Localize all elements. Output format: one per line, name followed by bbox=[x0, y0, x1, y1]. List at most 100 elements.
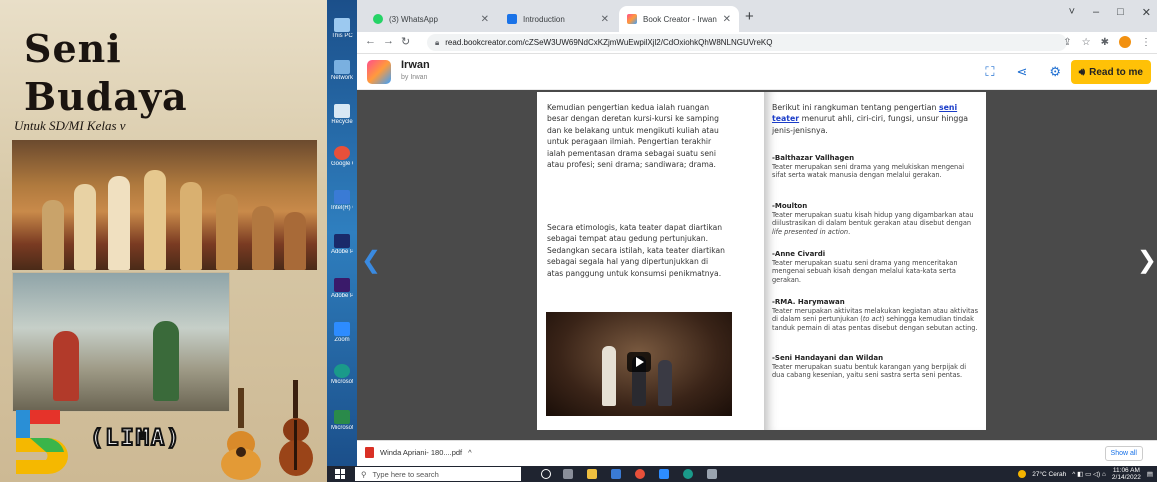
screen: Seni Budaya Untuk SD/MI Kelas v (LIMA) T… bbox=[0, 0, 1157, 482]
theater-video[interactable] bbox=[546, 312, 732, 416]
dancer-figure bbox=[42, 200, 64, 270]
next-page-chevron-icon[interactable]: ❯ bbox=[1137, 246, 1157, 275]
taskbar-search-input[interactable]: ⚲ Type here to search bbox=[355, 467, 521, 481]
search-icon: ⚲ bbox=[361, 469, 367, 479]
page-paragraph: Secara etimologis, kata teater dapat dia… bbox=[547, 223, 725, 278]
downloads-bar: Winda Apriani- 180....pdf ^ Show all bbox=[357, 440, 1157, 466]
cover-subtitle: Untuk SD/MI Kelas v bbox=[14, 118, 126, 133]
desktop-icon-chrome[interactable]: Google Chrome bbox=[331, 146, 353, 168]
system-tray: 27°C Cerah ^ ◧ ▭ ◁) ⌂ 11:06 AM 2/14/2022… bbox=[1018, 467, 1153, 481]
tab-introduction[interactable]: Introduction ✕ bbox=[499, 6, 617, 32]
store-icon[interactable] bbox=[611, 469, 621, 479]
settings-gear-icon[interactable]: ⚙ bbox=[1049, 64, 1061, 80]
desktop-icon-photoshop[interactable]: Adobe Photosh bbox=[331, 234, 353, 256]
cover-title-line2: Budaya bbox=[24, 74, 188, 119]
share-icon[interactable]: ⇪ bbox=[1063, 37, 1071, 48]
cover-title-line1: Seni bbox=[24, 26, 122, 71]
reload-icon[interactable]: ↻ bbox=[401, 35, 410, 48]
mail-icon[interactable] bbox=[659, 469, 669, 479]
dancer-figure bbox=[284, 212, 306, 270]
book-cover-image: Seni Budaya Untuk SD/MI Kelas v (LIMA) bbox=[0, 0, 327, 482]
desktop-icon-premiere[interactable]: Adobe Premiere bbox=[331, 278, 353, 300]
violin-icon bbox=[279, 380, 313, 476]
close-window-button[interactable]: ✕ bbox=[1142, 6, 1151, 19]
download-item[interactable]: Winda Apriani- 180....pdf ^ bbox=[365, 447, 472, 458]
desktop-icon-network[interactable]: Network bbox=[331, 60, 353, 82]
play-icon[interactable] bbox=[627, 352, 651, 372]
browser-window: (3) WhatsApp ✕ Introduction ✕ Book Creat… bbox=[357, 0, 1157, 466]
menu-icon[interactable]: ⋮ bbox=[1141, 37, 1151, 48]
book-reader-area: ❮ ❯ Kemudian pengertian kedua ialah ruan… bbox=[357, 90, 1157, 440]
read-to-me-button[interactable]: 🔊︎ Read to me bbox=[1070, 60, 1151, 84]
url-input[interactable]: 🔒︎ read.bookcreator.com/cZSeW3UW69NdCxKZ… bbox=[427, 34, 1067, 51]
book-page-right: Berikut ini rangkuman tentang pengertian… bbox=[764, 92, 986, 430]
actor-figure bbox=[658, 360, 672, 406]
desktop-icon-recycle-bin[interactable]: Recycle bbox=[331, 104, 353, 126]
desktop-icon-edge[interactable]: Microsoft Edge bbox=[331, 364, 353, 386]
star-icon[interactable]: ☆ bbox=[1082, 37, 1091, 48]
fullscreen-icon[interactable]: ⛶ bbox=[985, 64, 994, 80]
book-page-left: Kemudian pengertian kedua ialah ruangan … bbox=[537, 92, 764, 430]
address-bar-row: ← → ↻ 🔒︎ read.bookcreator.com/cZSeW3UW69… bbox=[357, 32, 1157, 54]
task-view-icon[interactable] bbox=[563, 469, 573, 479]
cover-wayang-photo bbox=[12, 272, 230, 412]
windows-taskbar: ⚲ Type here to search 27°C Cerah ^ ◧ ▭ ◁… bbox=[327, 466, 1157, 482]
desktop-icon-this-pc[interactable]: This PC bbox=[331, 18, 353, 40]
book-creator-logo-icon[interactable] bbox=[367, 60, 391, 84]
weather-text[interactable]: 27°C Cerah bbox=[1032, 471, 1066, 478]
cortana-icon[interactable] bbox=[541, 469, 551, 479]
new-tab-button[interactable]: + bbox=[745, 8, 754, 25]
tab-whatsapp[interactable]: (3) WhatsApp ✕ bbox=[365, 6, 497, 32]
tab-bar: (3) WhatsApp ✕ Introduction ✕ Book Creat… bbox=[357, 0, 1157, 32]
weather-sun-icon bbox=[1018, 470, 1027, 478]
number-five-logo-icon bbox=[16, 410, 68, 474]
header-actions: ⛶ ⋖ ⚙ bbox=[985, 64, 1061, 80]
dancer-figure bbox=[180, 182, 202, 270]
chrome-icon[interactable] bbox=[635, 469, 645, 479]
definition-entry: -RMA. Harymawan Teater merupakan aktivit… bbox=[772, 298, 979, 332]
windows-start-icon[interactable] bbox=[335, 469, 345, 479]
previous-page-chevron-icon[interactable]: ❮ bbox=[361, 246, 381, 275]
show-all-downloads-button[interactable]: Show all bbox=[1104, 446, 1143, 461]
chevron-up-icon[interactable]: ^ bbox=[468, 448, 472, 457]
forward-arrow-icon[interactable]: → bbox=[383, 35, 394, 47]
maximize-button[interactable]: □ bbox=[1117, 6, 1124, 19]
notification-icon[interactable]: ▤ bbox=[1147, 470, 1153, 478]
tray-icons[interactable]: ^ ◧ ▭ ◁) ⌂ bbox=[1072, 470, 1106, 478]
cover-dancers-photo bbox=[12, 140, 317, 270]
desktop-icon-intel-graphics[interactable]: Intel(R) Graphics bbox=[331, 190, 353, 212]
lock-icon: 🔒︎ bbox=[435, 37, 440, 47]
desktop-icon-excel[interactable]: Microsoft Excel 2010 bbox=[331, 410, 353, 432]
close-tab-icon[interactable]: ✕ bbox=[723, 14, 731, 25]
guitar-icon bbox=[221, 388, 261, 480]
profile-avatar[interactable] bbox=[1119, 36, 1131, 48]
back-arrow-icon[interactable]: ← bbox=[365, 35, 376, 47]
share-icon[interactable]: ⋖ bbox=[1016, 64, 1027, 80]
definition-entry: -Anne Civardi Teater merupakan suatu sen… bbox=[772, 250, 958, 284]
file-explorer-icon[interactable] bbox=[587, 469, 597, 479]
dancer-figure bbox=[144, 170, 166, 270]
book-byline: by Irwan bbox=[401, 74, 428, 81]
book-creator-header: Irwan by Irwan ⛶ ⋖ ⚙ 🔊︎ Read to me bbox=[357, 54, 1157, 90]
clock[interactable]: 11:06 AM 2/14/2022 bbox=[1112, 467, 1141, 481]
desktop-icon-zoom[interactable]: Zoom bbox=[331, 322, 353, 344]
close-tab-icon[interactable]: ✕ bbox=[601, 14, 609, 25]
tab-search-button[interactable]: ˅ bbox=[1069, 6, 1075, 19]
page-intro: Berikut ini rangkuman tentang pengertian… bbox=[772, 103, 969, 135]
performer-figure bbox=[153, 321, 179, 401]
book-owner-name: Irwan bbox=[401, 59, 430, 71]
tab-book-creator[interactable]: Book Creator - Irwan ✕ bbox=[619, 6, 739, 32]
window-controls: ˅ – □ ✕ bbox=[1069, 6, 1151, 19]
definition-entry: -Balthazar Vallhagen Teater merupakan se… bbox=[772, 154, 965, 180]
extensions-icon[interactable]: ✱ bbox=[1101, 37, 1109, 48]
dancer-figure bbox=[74, 184, 96, 270]
close-tab-icon[interactable]: ✕ bbox=[481, 14, 489, 25]
app-icon[interactable] bbox=[707, 469, 717, 479]
edge-icon[interactable] bbox=[683, 469, 693, 479]
definition-entry: -Moulton Teater merupakan suatu kisah hi… bbox=[772, 202, 974, 236]
document-icon bbox=[507, 14, 517, 24]
pdf-file-icon bbox=[365, 447, 374, 458]
desktop-icon-strip: This PC Network Recycle Google Chrome In… bbox=[327, 0, 357, 466]
minimize-button[interactable]: – bbox=[1093, 6, 1099, 19]
dancer-figure bbox=[108, 176, 130, 270]
